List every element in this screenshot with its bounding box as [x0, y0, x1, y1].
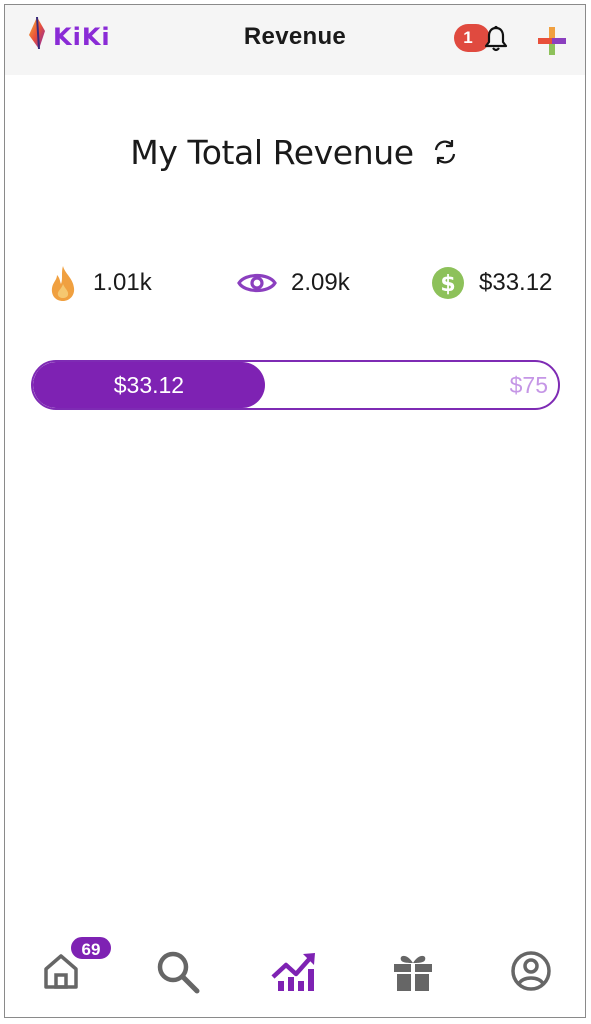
- home-badge: 69: [69, 935, 113, 961]
- fire-icon: [51, 266, 75, 301]
- views-count: 2.09k: [291, 269, 350, 296]
- bell-icon[interactable]: [483, 25, 509, 53]
- revenue-progress-bar: $33.12 $75: [31, 360, 560, 410]
- gift-icon: [394, 955, 432, 991]
- plus-icon[interactable]: [537, 26, 567, 56]
- progress-target-label: $75: [509, 371, 548, 398]
- user-circle-icon: [511, 951, 551, 991]
- app-frame: KiKi Revenue 1 My Total Revenue 1.01k 2.…: [4, 4, 586, 1018]
- progress-target: $75: [510, 362, 548, 408]
- progress-current-label: $33.12: [113, 371, 185, 398]
- progress-fill: $33.12: [33, 362, 265, 408]
- fire-count: 1.01k: [93, 269, 152, 296]
- eye-icon: [237, 273, 277, 293]
- nav-profile[interactable]: [507, 947, 555, 995]
- stat-fire: 1.01k: [47, 263, 152, 303]
- dollar-icon: $: [432, 267, 464, 299]
- nav-search[interactable]: [153, 947, 201, 995]
- earnings-amount: $33.12: [479, 269, 553, 296]
- trending-up-icon: [271, 953, 315, 991]
- stat-views: 2.09k: [237, 263, 350, 303]
- top-bar: KiKi Revenue 1: [5, 5, 585, 75]
- search-icon: [157, 951, 200, 994]
- refresh-icon[interactable]: [430, 137, 460, 167]
- nav-gifts[interactable]: [389, 947, 437, 995]
- svg-text:$: $: [440, 272, 455, 297]
- stat-earnings: $ $33.12: [431, 263, 552, 303]
- total-revenue-title: My Total Revenue: [130, 133, 414, 172]
- nav-stats[interactable]: [270, 947, 318, 995]
- total-revenue-heading: My Total Revenue: [5, 133, 585, 172]
- bottom-nav: 69: [5, 933, 585, 1017]
